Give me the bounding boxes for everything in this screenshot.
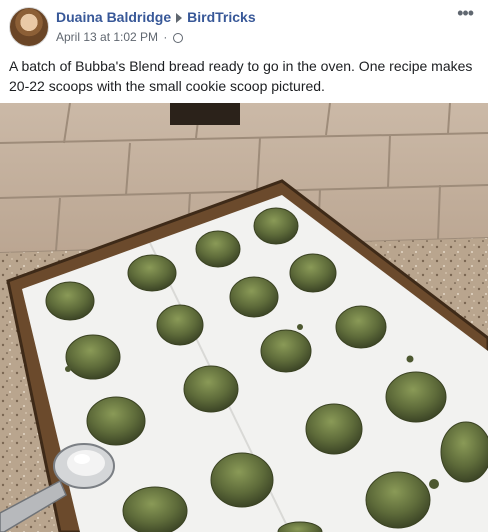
triangle-right-icon: [176, 13, 183, 24]
author-avatar[interactable]: [9, 7, 49, 47]
post-text: A batch of Bubba's Blend bread ready to …: [9, 58, 473, 94]
post-header: Duaina Baldridge BirdTricks April 13 at 1…: [0, 0, 488, 52]
bread-photo-illustration: [0, 103, 488, 532]
post-meta: April 13 at 1:02 PM ·: [56, 29, 183, 45]
more-options-icon[interactable]: •••: [457, 4, 474, 22]
globe-icon[interactable]: [172, 33, 183, 43]
post-photo[interactable]: [0, 103, 488, 532]
post-timestamp[interactable]: April 13 at 1:02 PM: [56, 30, 158, 44]
author-name-link[interactable]: Duaina Baldridge: [56, 9, 171, 25]
meta-separator: ·: [163, 30, 168, 44]
facebook-post: Duaina Baldridge BirdTricks April 13 at 1…: [0, 0, 488, 532]
author-line: Duaina Baldridge BirdTricks: [56, 8, 256, 26]
group-name-link[interactable]: BirdTricks: [187, 9, 255, 25]
